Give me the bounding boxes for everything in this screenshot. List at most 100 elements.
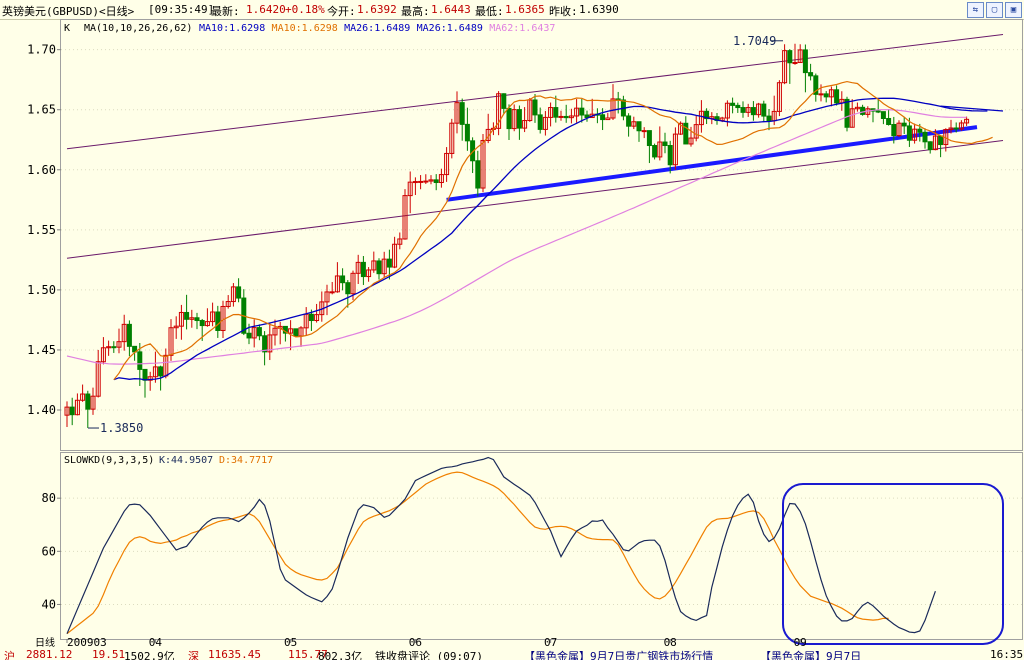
status-item[interactable]: 【黑色金属】9月7日贵广钢铁市场行情: [524, 650, 713, 660]
high-annotation: 1.7049: [733, 34, 776, 48]
y-tick-label: 1.70: [27, 43, 56, 57]
candle-up: [412, 181, 418, 184]
osc-y-tick-label: 80: [42, 491, 56, 505]
prev-close-label: 昨收:: [549, 5, 578, 18]
prev-close-value: 1.6390: [579, 3, 619, 16]
candle-down: [886, 117, 892, 125]
candle-down: [917, 128, 923, 133]
ma26-line: [113, 97, 988, 381]
candle-down: [579, 107, 585, 116]
open-label: 今开:: [327, 5, 356, 18]
candle-down: [646, 130, 652, 147]
candle-down: [308, 313, 314, 322]
candle-down: [563, 115, 569, 119]
low-value: 1.6365: [505, 3, 545, 16]
title-bar: 英镑美元(GBPUSD)<日线> [09:35:49] 最新: 1.6420 +…: [0, 0, 1024, 20]
candle-up: [818, 93, 824, 96]
candle-up: [605, 117, 611, 121]
candle-up: [418, 180, 424, 183]
candle-down: [475, 160, 481, 189]
candle-down: [730, 102, 736, 106]
candle-up: [423, 180, 429, 183]
candle-down: [532, 99, 538, 116]
change-percent: +0.18%: [285, 3, 325, 16]
candle-down: [938, 135, 944, 146]
ma-legend-entry: MA26:1.6489: [417, 23, 483, 34]
ma-legend-entry: MA26:1.6489: [344, 23, 410, 34]
status-bar: 沪 2881.12 19.51 1502.9亿深 11635.45 115.77 802.3…: [0, 650, 1024, 660]
y-tick-label: 1.65: [27, 103, 56, 117]
status-item: 深: [188, 650, 199, 660]
high-label: 最高:: [401, 5, 430, 18]
price-chart[interactable]: 1.70 1.65 1.60 1.55 1.50 1.45 1.40 1.7049 1.385…: [0, 19, 1024, 650]
candle-down: [901, 122, 907, 127]
status-item: 11635.45: [208, 650, 261, 660]
candle-down: [808, 72, 814, 77]
candle-down: [844, 98, 850, 128]
candle-down: [600, 114, 606, 121]
candle-down: [735, 104, 741, 109]
candle-down: [184, 311, 190, 320]
status-item: 沪: [4, 650, 15, 660]
candle-down: [459, 102, 465, 125]
open-value: 1.6392: [357, 3, 397, 16]
candle-down: [750, 107, 756, 116]
candle-down: [360, 261, 366, 278]
candle-down: [516, 109, 522, 129]
candle-down: [662, 141, 668, 147]
status-item: 2881.12: [26, 650, 73, 660]
channel-upper-line: [66, 34, 1004, 150]
candle-down: [199, 320, 205, 327]
status-item: 1502.9亿: [124, 650, 175, 660]
quote-time: [09:35:49]: [148, 3, 215, 16]
latest-value: 1.6420: [246, 3, 286, 16]
status-item[interactable]: 16:35: [990, 650, 1023, 660]
status-item[interactable]: 铁收盘评论 (09:07): [375, 650, 483, 660]
tile-icon[interactable]: ▢: [986, 2, 1003, 18]
ma-legend-entry: MA10:1.6298: [199, 23, 265, 34]
candle-down: [194, 317, 200, 322]
candle-down: [834, 89, 840, 104]
x-tick-label: 04: [149, 636, 163, 649]
x-tick-label: 06: [409, 636, 422, 649]
candle-down: [626, 115, 632, 127]
y-tick-label: 1.45: [27, 343, 56, 357]
candle-down: [236, 286, 242, 299]
candle-down: [376, 260, 382, 275]
latest-label: 最新:: [211, 5, 240, 18]
y-tick-label: 1.60: [27, 163, 56, 177]
candle-up: [329, 291, 335, 294]
candle-down: [802, 49, 808, 74]
candle-down: [215, 311, 221, 331]
x-tick-label: 07: [544, 636, 557, 649]
candle-down: [636, 121, 642, 132]
candle-down: [345, 282, 351, 295]
candle-down: [137, 351, 143, 370]
candle-down: [761, 103, 767, 117]
candle-down: [464, 123, 470, 142]
status-item: 19.51: [92, 650, 126, 660]
candle-down: [69, 406, 75, 416]
candle-down: [126, 323, 132, 347]
candle-down: [501, 93, 507, 109]
channel-lower-line: [66, 140, 1004, 259]
osc-y-tick-label: 40: [42, 597, 56, 611]
ma-legend-entry: MA62:1.6437: [489, 23, 555, 34]
instrument-name: 英镑美元(GBPUSD)<日线>: [2, 5, 135, 18]
restore-icon[interactable]: ⇆: [967, 2, 984, 18]
status-item[interactable]: 【黑色金属】9月7日: [760, 650, 861, 660]
y-tick-label: 1.55: [27, 223, 56, 237]
candle-down: [293, 328, 299, 337]
candle-down: [340, 275, 346, 284]
d-line: [66, 471, 889, 635]
maximize-icon[interactable]: ▣: [1005, 2, 1022, 18]
candle-down: [386, 258, 392, 268]
candle-down: [787, 50, 793, 64]
candle-down: [246, 332, 252, 339]
candle-down: [927, 141, 933, 151]
candle-down: [256, 327, 262, 337]
x-tick-label: 200903: [67, 636, 107, 649]
candle-down: [891, 123, 897, 137]
x-tick-label: 09: [794, 636, 807, 649]
candle-down: [906, 125, 912, 141]
